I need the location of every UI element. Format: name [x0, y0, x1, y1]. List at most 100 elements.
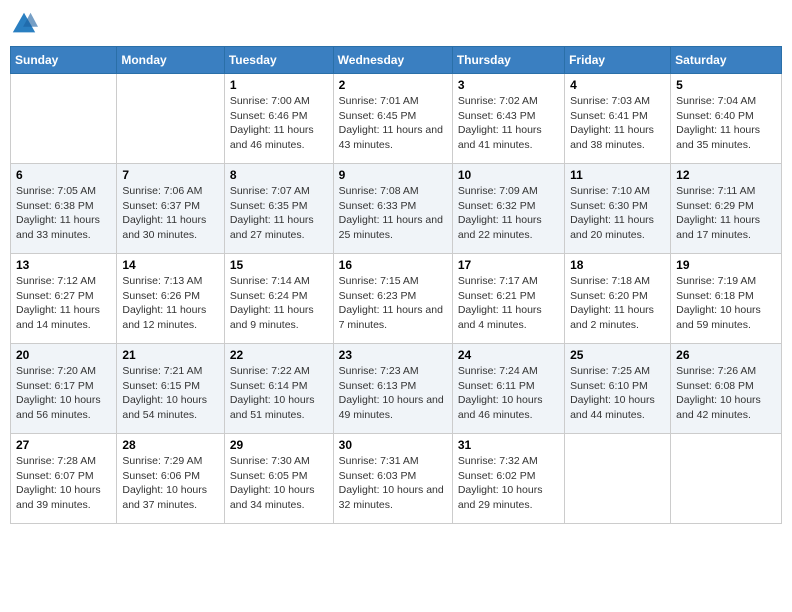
calendar-cell: 19 Sunrise: 7:19 AMSunset: 6:18 PMDayligh…	[671, 254, 782, 344]
calendar-cell: 5Sunrise: 7:04 AMSunset: 6:40 PMDaylight…	[671, 74, 782, 164]
day-number: 11	[570, 168, 665, 182]
calendar-week-1: 1 Sunrise: 7:00 AMSunset: 6:46 PMDaylight…	[11, 74, 782, 164]
calendar-week-4: 20Sunrise: 7:20 AMSunset: 6:17 PMDayligh…	[11, 344, 782, 434]
weekday-header-wednesday: Wednesday	[333, 47, 452, 74]
day-info: Sunrise: 7:30 AMSunset: 6:05 PMDaylight:…	[230, 454, 328, 513]
calendar-week-5: 27 Sunrise: 7:28 AMSunset: 6:07 PMDayligh…	[11, 434, 782, 524]
calendar-cell: 7 Sunrise: 7:06 AMSunset: 6:37 PMDaylight…	[117, 164, 224, 254]
day-info: Sunrise: 7:14 AMSunset: 6:24 PMDaylight:…	[230, 274, 328, 333]
day-info: Sunrise: 7:13 AMSunset: 6:26 PMDaylight:…	[122, 274, 218, 333]
day-number: 18	[570, 258, 665, 272]
calendar-cell	[117, 74, 224, 164]
calendar-cell: 18 Sunrise: 7:18 AMSunset: 6:20 PMDayligh…	[565, 254, 671, 344]
day-info: Sunrise: 7:00 AMSunset: 6:46 PMDaylight:…	[230, 94, 328, 153]
calendar-cell: 16 Sunrise: 7:15 AMSunset: 6:23 PMDayligh…	[333, 254, 452, 344]
day-number: 13	[16, 258, 111, 272]
day-number: 14	[122, 258, 218, 272]
day-number: 15	[230, 258, 328, 272]
day-number: 8	[230, 168, 328, 182]
calendar-cell: 1 Sunrise: 7:00 AMSunset: 6:46 PMDaylight…	[224, 74, 333, 164]
calendar-cell: 20Sunrise: 7:20 AMSunset: 6:17 PMDayligh…	[11, 344, 117, 434]
day-number: 9	[339, 168, 447, 182]
calendar-cell: 2 Sunrise: 7:01 AMSunset: 6:45 PMDaylight…	[333, 74, 452, 164]
day-info: Sunrise: 7:17 AMSunset: 6:21 PMDaylight:…	[458, 274, 559, 333]
day-info: Sunrise: 7:15 AMSunset: 6:23 PMDaylight:…	[339, 274, 447, 333]
calendar-cell	[11, 74, 117, 164]
day-info: Sunrise: 7:19 AMSunset: 6:18 PMDaylight:…	[676, 274, 776, 333]
calendar-cell: 23 Sunrise: 7:23 AMSunset: 6:13 PMDayligh…	[333, 344, 452, 434]
day-info: Sunrise: 7:01 AMSunset: 6:45 PMDaylight:…	[339, 94, 447, 153]
day-number: 5	[676, 78, 776, 92]
day-info: Sunrise: 7:23 AMSunset: 6:13 PMDaylight:…	[339, 364, 447, 423]
calendar-cell: 27 Sunrise: 7:28 AMSunset: 6:07 PMDayligh…	[11, 434, 117, 524]
day-number: 1	[230, 78, 328, 92]
day-info: Sunrise: 7:03 AMSunset: 6:41 PMDaylight:…	[570, 94, 665, 153]
calendar-cell: 6Sunrise: 7:05 AMSunset: 6:38 PMDaylight…	[11, 164, 117, 254]
day-number: 21	[122, 348, 218, 362]
calendar-week-2: 6Sunrise: 7:05 AMSunset: 6:38 PMDaylight…	[11, 164, 782, 254]
day-info: Sunrise: 7:09 AMSunset: 6:32 PMDaylight:…	[458, 184, 559, 243]
day-number: 2	[339, 78, 447, 92]
calendar-cell: 15 Sunrise: 7:14 AMSunset: 6:24 PMDayligh…	[224, 254, 333, 344]
day-number: 22	[230, 348, 328, 362]
calendar-cell: 22 Sunrise: 7:22 AMSunset: 6:14 PMDayligh…	[224, 344, 333, 434]
day-info: Sunrise: 7:25 AMSunset: 6:10 PMDaylight:…	[570, 364, 665, 423]
day-number: 3	[458, 78, 559, 92]
day-number: 26	[676, 348, 776, 362]
weekday-header-monday: Monday	[117, 47, 224, 74]
calendar-cell: 28Sunrise: 7:29 AMSunset: 6:06 PMDayligh…	[117, 434, 224, 524]
day-info: Sunrise: 7:08 AMSunset: 6:33 PMDaylight:…	[339, 184, 447, 243]
day-number: 16	[339, 258, 447, 272]
day-info: Sunrise: 7:32 AMSunset: 6:02 PMDaylight:…	[458, 454, 559, 513]
day-number: 7	[122, 168, 218, 182]
calendar-table: SundayMondayTuesdayWednesdayThursdayFrid…	[10, 46, 782, 524]
weekday-header-saturday: Saturday	[671, 47, 782, 74]
day-info: Sunrise: 7:22 AMSunset: 6:14 PMDaylight:…	[230, 364, 328, 423]
calendar-cell: 31Sunrise: 7:32 AMSunset: 6:02 PMDayligh…	[452, 434, 564, 524]
day-info: Sunrise: 7:02 AMSunset: 6:43 PMDaylight:…	[458, 94, 559, 153]
calendar-cell: 24 Sunrise: 7:24 AMSunset: 6:11 PMDayligh…	[452, 344, 564, 434]
day-info: Sunrise: 7:21 AMSunset: 6:15 PMDaylight:…	[122, 364, 218, 423]
calendar-cell: 26 Sunrise: 7:26 AMSunset: 6:08 PMDayligh…	[671, 344, 782, 434]
day-number: 23	[339, 348, 447, 362]
day-number: 10	[458, 168, 559, 182]
day-info: Sunrise: 7:28 AMSunset: 6:07 PMDaylight:…	[16, 454, 111, 513]
day-info: Sunrise: 7:29 AMSunset: 6:06 PMDaylight:…	[122, 454, 218, 513]
calendar-cell: 17 Sunrise: 7:17 AMSunset: 6:21 PMDayligh…	[452, 254, 564, 344]
calendar-cell: 3 Sunrise: 7:02 AMSunset: 6:43 PMDaylight…	[452, 74, 564, 164]
day-number: 19	[676, 258, 776, 272]
calendar-cell: 4Sunrise: 7:03 AMSunset: 6:41 PMDaylight…	[565, 74, 671, 164]
weekday-header-friday: Friday	[565, 47, 671, 74]
day-number: 30	[339, 438, 447, 452]
day-info: Sunrise: 7:18 AMSunset: 6:20 PMDaylight:…	[570, 274, 665, 333]
calendar-cell: 29 Sunrise: 7:30 AMSunset: 6:05 PMDayligh…	[224, 434, 333, 524]
weekday-header-sunday: Sunday	[11, 47, 117, 74]
day-info: Sunrise: 7:07 AMSunset: 6:35 PMDaylight:…	[230, 184, 328, 243]
calendar-cell: 11Sunrise: 7:10 AMSunset: 6:30 PMDayligh…	[565, 164, 671, 254]
day-info: Sunrise: 7:26 AMSunset: 6:08 PMDaylight:…	[676, 364, 776, 423]
calendar-cell: 13 Sunrise: 7:12 AMSunset: 6:27 PMDayligh…	[11, 254, 117, 344]
calendar-cell: 12 Sunrise: 7:11 AMSunset: 6:29 PMDayligh…	[671, 164, 782, 254]
day-info: Sunrise: 7:31 AMSunset: 6:03 PMDaylight:…	[339, 454, 447, 513]
calendar-cell: 21 Sunrise: 7:21 AMSunset: 6:15 PMDayligh…	[117, 344, 224, 434]
page-header	[10, 10, 782, 38]
calendar-body: 1 Sunrise: 7:00 AMSunset: 6:46 PMDaylight…	[11, 74, 782, 524]
calendar-cell: 25Sunrise: 7:25 AMSunset: 6:10 PMDayligh…	[565, 344, 671, 434]
day-number: 6	[16, 168, 111, 182]
day-number: 29	[230, 438, 328, 452]
day-info: Sunrise: 7:24 AMSunset: 6:11 PMDaylight:…	[458, 364, 559, 423]
weekday-header-row: SundayMondayTuesdayWednesdayThursdayFrid…	[11, 47, 782, 74]
day-info: Sunrise: 7:11 AMSunset: 6:29 PMDaylight:…	[676, 184, 776, 243]
day-info: Sunrise: 7:06 AMSunset: 6:37 PMDaylight:…	[122, 184, 218, 243]
calendar-cell: 30 Sunrise: 7:31 AMSunset: 6:03 PMDayligh…	[333, 434, 452, 524]
day-number: 24	[458, 348, 559, 362]
day-number: 12	[676, 168, 776, 182]
calendar-week-3: 13 Sunrise: 7:12 AMSunset: 6:27 PMDayligh…	[11, 254, 782, 344]
day-number: 27	[16, 438, 111, 452]
day-info: Sunrise: 7:20 AMSunset: 6:17 PMDaylight:…	[16, 364, 111, 423]
calendar-cell: 10 Sunrise: 7:09 AMSunset: 6:32 PMDayligh…	[452, 164, 564, 254]
calendar-cell: 8 Sunrise: 7:07 AMSunset: 6:35 PMDaylight…	[224, 164, 333, 254]
day-info: Sunrise: 7:12 AMSunset: 6:27 PMDaylight:…	[16, 274, 111, 333]
day-number: 17	[458, 258, 559, 272]
logo-icon	[10, 10, 38, 38]
